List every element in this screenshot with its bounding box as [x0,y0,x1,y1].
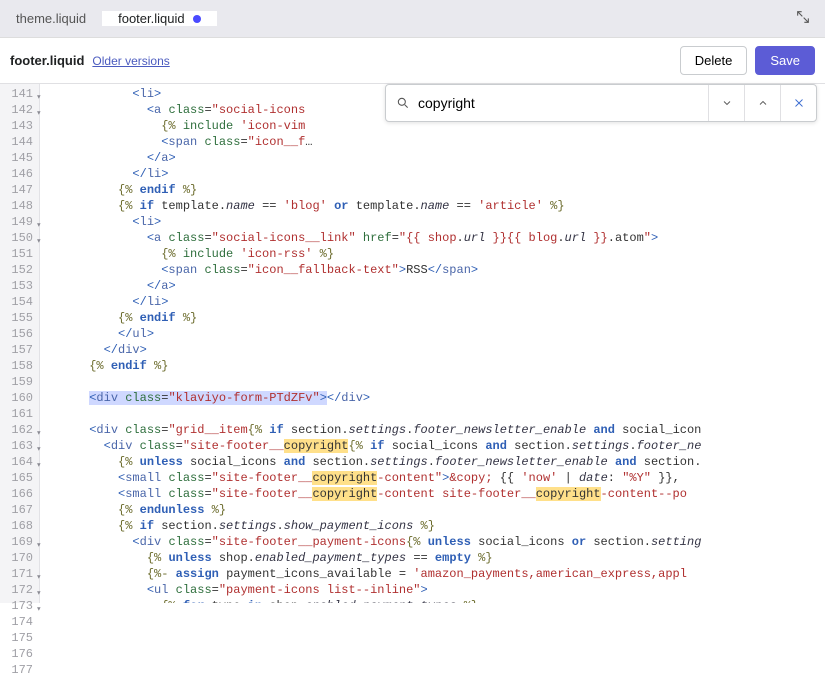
code-line[interactable]: <span class="icon__fallback-text">RSS</s… [46,262,825,278]
line-number: 147 [0,182,39,198]
code-line[interactable]: <div class="klaviyo-form-PTdZFv"></div> [46,390,825,406]
code-line[interactable]: <div class="grid__item{% if section.sett… [46,422,825,438]
line-number: 142 [0,102,39,118]
delete-button[interactable]: Delete [680,46,748,75]
line-number: 171 [0,566,39,582]
search-input[interactable] [418,85,708,121]
line-number: 158 [0,358,39,374]
code-line[interactable]: <a class="social-icons__link" href="{{ s… [46,230,825,246]
line-number: 173 [0,598,39,614]
find-next-button[interactable] [708,85,744,121]
code-line[interactable]: {% endif %} [46,310,825,326]
code-line[interactable]: </ul> [46,326,825,342]
line-number: 143 [0,118,39,134]
line-number: 162 [0,422,39,438]
code-line[interactable]: </a> [46,278,825,294]
line-number: 174 [0,614,39,630]
tab-label: footer.liquid [118,11,185,26]
code-line[interactable]: <small class="site-footer__copyright-con… [46,486,825,502]
code-line[interactable]: <div class="site-footer__copyright{% if … [46,438,825,454]
line-number: 153 [0,278,39,294]
editor-search [385,84,817,122]
older-versions-link[interactable]: Older versions [92,54,169,68]
dirty-dot-icon [193,15,201,23]
code-line[interactable]: {% endunless %} [46,502,825,518]
line-number: 148 [0,198,39,214]
tab-bar: theme.liquid footer.liquid [0,0,825,38]
close-search-button[interactable] [780,85,816,121]
line-number: 168 [0,518,39,534]
line-number: 165 [0,470,39,486]
line-number: 164 [0,454,39,470]
expand-icon[interactable] [781,9,825,28]
code-line[interactable] [46,406,825,422]
code-line[interactable]: </li> [46,294,825,310]
line-number: 166 [0,486,39,502]
line-number: 161 [0,406,39,422]
line-gutter: 1411421431441451461471481491501511521531… [0,84,40,603]
code-line[interactable]: </div> [46,342,825,358]
line-number: 172 [0,582,39,598]
code-line[interactable]: <span class="icon__f… [46,134,825,150]
line-number: 159 [0,374,39,390]
line-number: 144 [0,134,39,150]
code-line[interactable]: <div class="site-footer__payment-icons{%… [46,534,825,550]
line-number: 141 [0,86,39,102]
code-line[interactable]: {% unless shop.enabled_payment_types == … [46,550,825,566]
line-number: 160 [0,390,39,406]
code-line[interactable]: {% if template.name == 'blog' or templat… [46,198,825,214]
code-line[interactable]: {% if section.settings.show_payment_icon… [46,518,825,534]
code-line[interactable]: {% endif %} [46,358,825,374]
code-line[interactable]: </a> [46,150,825,166]
code-line[interactable]: {% endif %} [46,182,825,198]
tab-label: theme.liquid [16,11,86,26]
line-number: 176 [0,646,39,662]
line-number: 149 [0,214,39,230]
code-line[interactable]: </li> [46,166,825,182]
code-line[interactable]: <ul class="payment-icons list--inline"> [46,582,825,598]
code-line[interactable]: <small class="site-footer__copyright-con… [46,470,825,486]
code-line[interactable]: {% unless social_icons and section.setti… [46,454,825,470]
line-number: 155 [0,310,39,326]
line-number: 169 [0,534,39,550]
tab-theme-liquid[interactable]: theme.liquid [0,11,102,26]
search-icon [386,96,418,110]
line-number: 163 [0,438,39,454]
code-area[interactable]: <li> <a class="social-icons {% include '… [40,84,825,603]
code-editor[interactable]: 1411421431441451461471481491501511521531… [0,84,825,603]
line-number: 175 [0,630,39,646]
save-button[interactable]: Save [755,46,815,75]
file-name: footer.liquid [10,53,84,68]
find-prev-button[interactable] [744,85,780,121]
code-line[interactable]: {% include 'icon-rss' %} [46,246,825,262]
line-number: 167 [0,502,39,518]
line-number: 151 [0,246,39,262]
code-line[interactable] [46,374,825,390]
line-number: 146 [0,166,39,182]
code-line[interactable]: <li> [46,214,825,230]
tab-footer-liquid[interactable]: footer.liquid [102,11,217,26]
line-number: 152 [0,262,39,278]
line-number: 150 [0,230,39,246]
code-line[interactable]: {%- assign payment_icons_available = 'am… [46,566,825,582]
line-number: 145 [0,150,39,166]
line-number: 154 [0,294,39,310]
file-header: footer.liquid Older versions Delete Save [0,38,825,84]
line-number: 177 [0,662,39,678]
line-number: 170 [0,550,39,566]
line-number: 156 [0,326,39,342]
line-number: 157 [0,342,39,358]
